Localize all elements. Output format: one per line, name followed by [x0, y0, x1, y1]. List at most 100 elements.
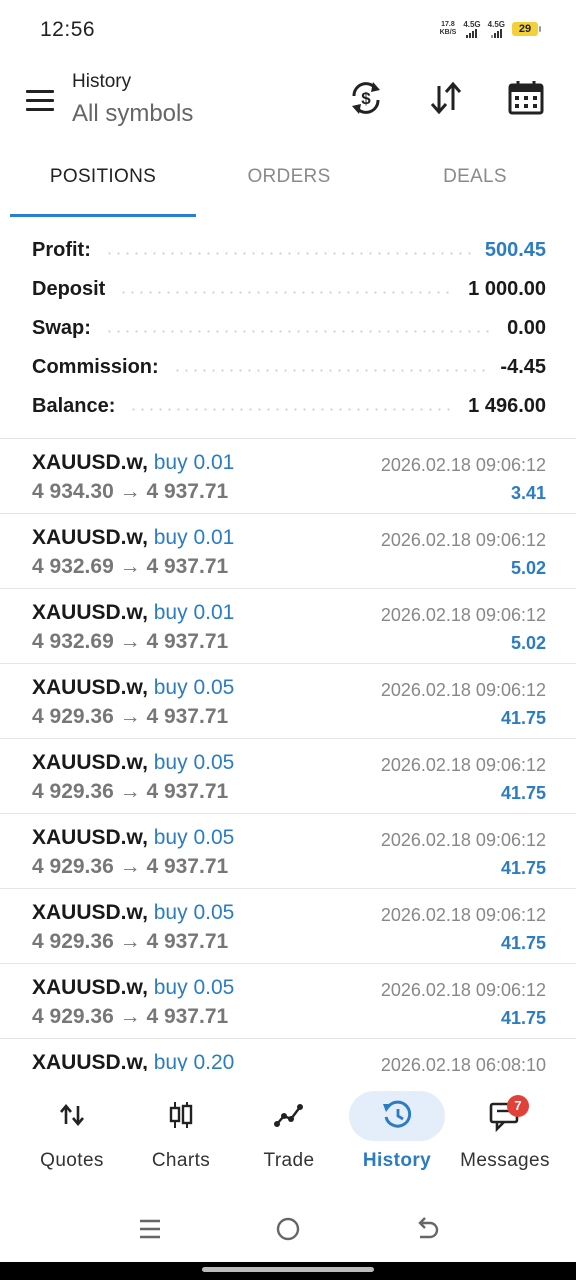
deal-symbol: XAUUSD.w, [32, 1051, 148, 1071]
arrow-icon: → [119, 705, 141, 728]
deal-open-price: 4 929.36 [32, 705, 114, 728]
status-bar: 12:56 17.8 KB/S 4.5G 4.5G 29 [0, 0, 576, 58]
recents-icon[interactable] [135, 1214, 165, 1244]
deal-symbol: XAUUSD.w, [32, 676, 148, 699]
list-item[interactable]: XAUUSD.w, buy 0.05 2026.02.18 09:06:12 4… [0, 814, 576, 889]
home-icon[interactable] [273, 1214, 303, 1244]
list-item[interactable]: XAUUSD.w, buy 0.05 2026.02.18 09:06:12 4… [0, 739, 576, 814]
deal-close-price: 4 937.71 [146, 780, 229, 803]
tab-orders[interactable]: ORDERS [194, 166, 384, 188]
summary-row-swap: Swap: 0.00 [32, 309, 546, 347]
trade-icon [272, 1098, 306, 1132]
deal-side: buy 0.01 [153, 526, 235, 549]
deal-time: 2026.02.18 09:06:12 [380, 755, 546, 775]
summary-row-deposit: Deposit 1 000.00 [32, 270, 546, 308]
positions-list[interactable]: XAUUSD.w, buy 0.01 2026.02.18 09:06:12 4… [0, 438, 576, 1071]
summary-row-commission: Commission: -4.45 [32, 348, 546, 386]
charts-icon [164, 1098, 198, 1132]
history-icon [380, 1098, 414, 1132]
leader-dots [129, 407, 455, 411]
deal-symbol: XAUUSD.w, [32, 826, 148, 849]
deal-time: 2026.02.18 09:06:12 [380, 680, 546, 700]
nav-label: Messages [460, 1150, 550, 1171]
status-time: 12:56 [40, 18, 96, 41]
deal-close-price: 4 937.71 [146, 1005, 229, 1028]
deal-profit: 41.75 [500, 933, 546, 953]
deal-symbol: XAUUSD.w, [32, 901, 148, 924]
deal-close-price: 4 937.71 [146, 705, 229, 728]
deal-open-price: 4 929.36 [32, 1005, 114, 1028]
summary-label: Swap: [32, 316, 91, 339]
page-title: History [72, 71, 132, 92]
summary-value: 0.00 [507, 316, 546, 339]
svg-text:$: $ [361, 89, 371, 108]
deal-open-price: 4 932.69 [32, 555, 114, 578]
currency-exchange-icon[interactable]: $ [346, 78, 386, 118]
arrow-icon: → [119, 855, 141, 878]
summary-label: Profit: [32, 238, 91, 261]
deal-time: 2026.02.18 09:06:12 [380, 980, 546, 1000]
summary-label: Balance: [32, 394, 116, 417]
bottom-nav: Quotes Charts Trade History Messages 7 [0, 1072, 576, 1182]
arrow-icon: → [119, 630, 141, 653]
deal-profit: 41.75 [500, 1008, 546, 1028]
nav-label: History [362, 1150, 432, 1171]
list-item[interactable]: XAUUSD.w, buy 0.01 2026.02.18 09:06:12 4… [0, 439, 576, 514]
list-item[interactable]: XAUUSD.w, buy 0.20 2026.02.18 06:08:10 [0, 1039, 576, 1071]
nav-label: Charts [151, 1150, 211, 1171]
nav-quotes[interactable]: Quotes [17, 1072, 127, 1172]
deal-open-price: 4 929.36 [32, 930, 114, 953]
deal-time: 2026.02.18 09:06:12 [380, 905, 546, 925]
summary-row-profit: Profit: 500.45 [32, 231, 546, 269]
deal-open-price: 4 929.36 [32, 780, 114, 803]
deal-open-price: 4 929.36 [32, 855, 114, 878]
tab-deals[interactable]: DEALS [380, 166, 570, 188]
list-item[interactable]: XAUUSD.w, buy 0.05 2026.02.18 09:06:12 4… [0, 964, 576, 1039]
deal-close-price: 4 937.71 [146, 855, 229, 878]
list-item[interactable]: XAUUSD.w, buy 0.05 2026.02.18 09:06:12 4… [0, 889, 576, 964]
calendar-icon[interactable] [506, 78, 546, 118]
tab-positions[interactable]: POSITIONS [8, 166, 198, 188]
signal-label: 4.5G [463, 20, 481, 29]
nav-trade[interactable]: Trade [234, 1072, 344, 1172]
list-item[interactable]: XAUUSD.w, buy 0.05 2026.02.18 09:06:12 4… [0, 664, 576, 739]
deal-side: buy 0.05 [153, 826, 235, 849]
app-screen: 12:56 17.8 KB/S 4.5G 4.5G 29 History All… [0, 0, 576, 1262]
signal-icon: 4.5G [488, 20, 505, 38]
deal-profit: 41.75 [500, 708, 546, 728]
deal-close-price: 4 937.71 [146, 555, 229, 578]
leader-dots [104, 251, 471, 255]
nav-messages[interactable]: Messages [450, 1072, 560, 1172]
deal-symbol: XAUUSD.w, [32, 751, 148, 774]
leader-dots [104, 329, 494, 333]
deal-time: 2026.02.18 09:06:12 [380, 530, 546, 550]
list-item[interactable]: XAUUSD.w, buy 0.01 2026.02.18 09:06:12 4… [0, 514, 576, 589]
summary-row-balance: Balance: 1 496.00 [32, 387, 546, 425]
home-indicator[interactable] [202, 1267, 374, 1272]
deal-profit: 41.75 [500, 858, 546, 878]
menu-icon[interactable] [26, 90, 56, 112]
summary-label: Deposit [32, 277, 106, 300]
deal-symbol: XAUUSD.w, [32, 526, 148, 549]
arrow-icon: → [119, 1005, 141, 1028]
deal-side: buy 0.05 [153, 676, 235, 699]
summary-label: Commission: [32, 355, 159, 378]
deal-time: 2026.02.18 06:08:10 [380, 1055, 546, 1071]
deal-symbol: XAUUSD.w, [32, 451, 148, 474]
status-indicators: 17.8 KB/S 4.5G 4.5G 29 [440, 20, 541, 38]
summary-value: 500.45 [484, 238, 546, 261]
history-tabs: POSITIONS ORDERS DEALS [0, 152, 576, 218]
arrow-icon: → [119, 930, 141, 953]
sort-icon[interactable] [426, 78, 466, 118]
nav-history[interactable]: History [342, 1072, 452, 1172]
list-item[interactable]: XAUUSD.w, buy 0.01 2026.02.18 09:06:12 4… [0, 589, 576, 664]
nav-charts[interactable]: Charts [126, 1072, 236, 1172]
deal-close-price: 4 937.71 [146, 480, 229, 503]
symbol-filter[interactable]: All symbols [72, 100, 193, 128]
net-speed: 17.8 KB/S [440, 21, 457, 37]
deal-close-price: 4 937.71 [146, 630, 229, 653]
summary-panel: Profit: 500.45 Deposit 1 000.00 Swap: 0.… [0, 230, 576, 430]
summary-value: 1 000.00 [468, 277, 546, 300]
back-icon[interactable] [412, 1214, 442, 1244]
deal-profit: 3.41 [510, 483, 546, 503]
